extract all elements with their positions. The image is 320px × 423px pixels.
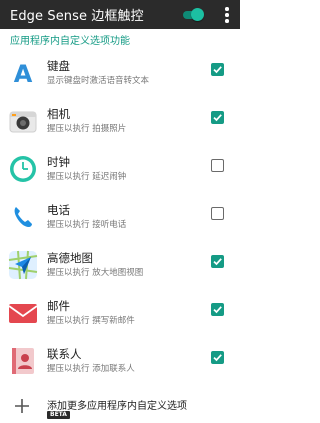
amap-icon	[8, 250, 38, 280]
item-title: 联系人	[47, 347, 82, 361]
item-checkbox[interactable]	[211, 303, 224, 316]
list-item-camera[interactable]: 相机 握压以执行 拍摄照片	[0, 106, 240, 154]
page-title: Edge Sense 边框触控	[10, 9, 144, 24]
add-more-label: 添加更多应用程序内自定义选项	[47, 401, 187, 412]
item-title: 电话	[47, 203, 70, 217]
list-item-phone[interactable]: 电话 握压以执行 接听电话	[0, 202, 240, 250]
edge-sense-toggle[interactable]	[181, 7, 204, 22]
item-subtitle: 握压以执行 拍摄照片	[47, 124, 127, 134]
item-checkbox[interactable]	[211, 159, 224, 172]
item-title: 时钟	[47, 155, 70, 169]
item-subtitle: 握压以执行 接听电话	[47, 220, 127, 230]
item-subtitle: 握压以执行 添加联系人	[47, 364, 135, 374]
section-header: 应用程序内自定义选项功能	[10, 36, 130, 47]
list-item-clock[interactable]: 时钟 握压以执行 延迟闹钟	[0, 154, 240, 202]
item-checkbox[interactable]	[211, 207, 224, 220]
item-title: 相机	[47, 107, 70, 121]
item-title: 高德地图	[47, 251, 93, 265]
item-checkbox[interactable]	[211, 351, 224, 364]
item-checkbox[interactable]	[211, 255, 224, 268]
item-title: 邮件	[47, 299, 70, 313]
more-options-icon[interactable]	[221, 6, 233, 24]
item-subtitle: 握压以执行 放大地图视图	[47, 268, 144, 278]
toggle-thumb	[191, 8, 204, 21]
item-subtitle: 显示键盘时激活语音转文本	[47, 76, 150, 86]
list-item-contacts[interactable]: 联系人 握压以执行 添加联系人	[0, 346, 240, 394]
svg-text:A: A	[14, 60, 33, 88]
beta-badge: BETA	[47, 411, 70, 419]
item-checkbox[interactable]	[211, 111, 224, 124]
add-more-options-button[interactable]: 添加更多应用程序内自定义选项 BETA	[0, 395, 240, 423]
keyboard-icon: A	[8, 58, 38, 88]
item-title: 键盘	[47, 59, 70, 73]
camera-icon	[8, 106, 38, 136]
clock-icon	[8, 154, 38, 184]
item-subtitle: 握压以执行 撰写新邮件	[47, 316, 135, 326]
list-item-mail[interactable]: 邮件 握压以执行 撰写新邮件	[0, 298, 240, 346]
list-item-keyboard[interactable]: A 键盘 显示键盘时激活语音转文本	[0, 58, 240, 106]
plus-icon	[14, 398, 30, 414]
phone-icon	[8, 202, 38, 232]
item-subtitle: 握压以执行 延迟闹钟	[47, 172, 127, 182]
app-bar: Edge Sense 边框触控	[0, 0, 240, 29]
list-item-amap[interactable]: 高德地图 握压以执行 放大地图视图	[0, 250, 240, 298]
item-checkbox[interactable]	[211, 63, 224, 76]
mail-icon	[8, 298, 38, 328]
contacts-icon	[8, 346, 38, 376]
